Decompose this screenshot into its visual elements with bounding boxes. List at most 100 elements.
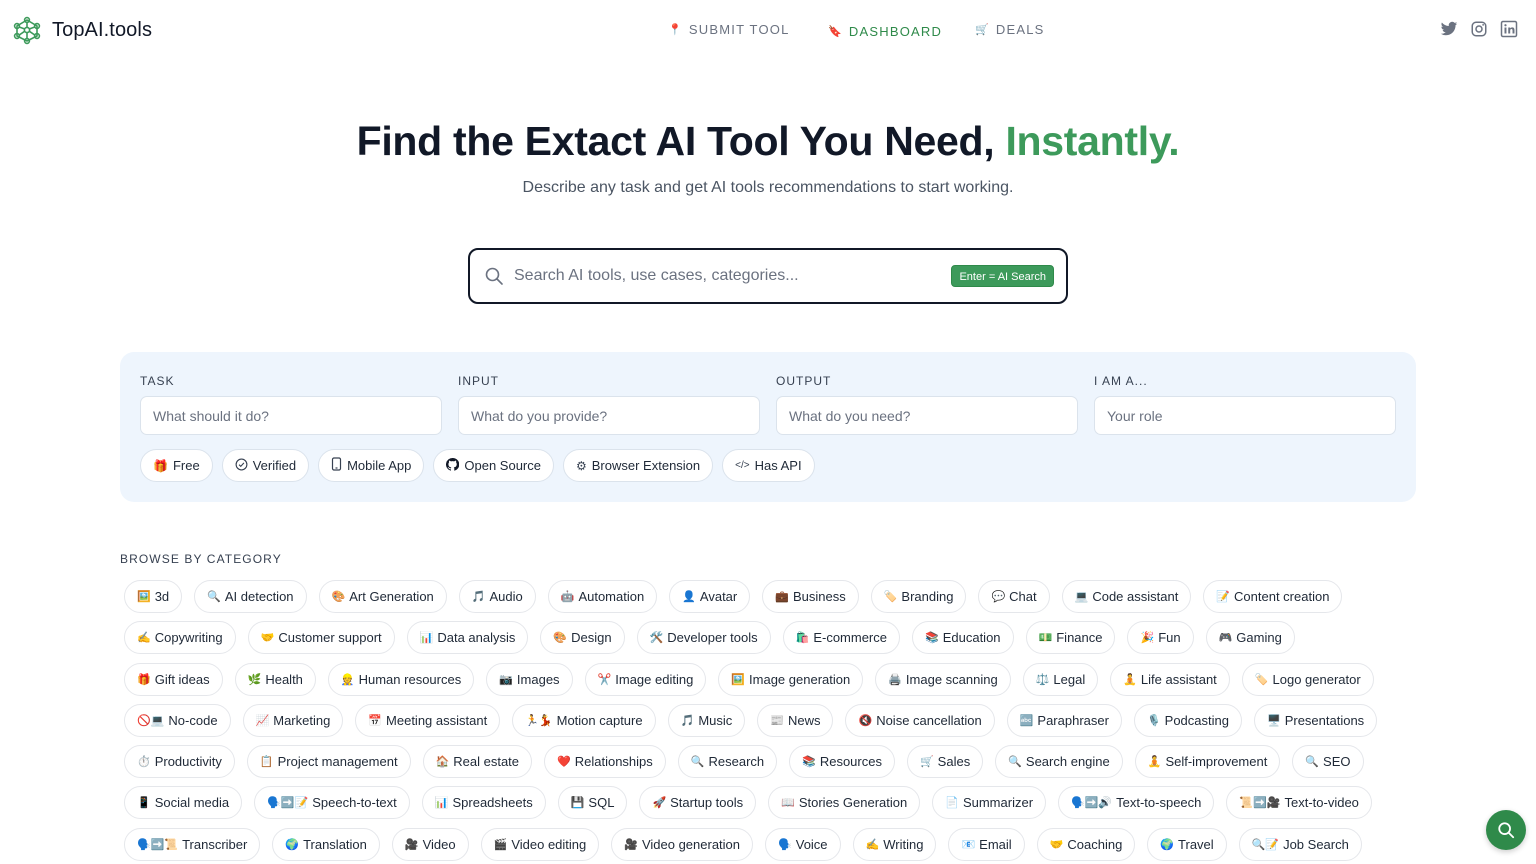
category-chip[interactable]: 🎁 Gift ideas <box>124 662 223 696</box>
twitter-icon[interactable] <box>1440 20 1458 38</box>
category-chip[interactable]: 🎵 Music <box>667 703 746 737</box>
category-chip[interactable]: 🗣️➡️📜 Transcriber <box>124 827 261 861</box>
category-chip[interactable]: 🎙️ Podcasting <box>1133 703 1242 737</box>
category-chip[interactable]: 📖 Stories Generation <box>768 786 921 820</box>
category-chip[interactable]: 🔍 Research <box>677 745 778 779</box>
category-chip[interactable]: 🌍 Translation <box>272 827 380 861</box>
category-chip[interactable]: 📧 Email <box>948 827 1025 861</box>
category-chip[interactable]: 🤝 Customer support <box>247 621 395 655</box>
category-list: 🖼️ 3d 🔍 AI detection 🎨 Art Generation 🎵 Audio 🤖 A… <box>124 580 1404 864</box>
category-chip[interactable]: 🔍 SEO <box>1292 745 1364 779</box>
category-chip[interactable]: 🏃💃 Motion capture <box>512 703 656 737</box>
category-chip[interactable]: 📈 Marketing <box>242 703 344 737</box>
category-chip[interactable]: 🌿 Health <box>234 662 316 696</box>
nav-submit-tool[interactable]: 📍 SUBMIT TOOL <box>668 22 790 37</box>
category-chip[interactable]: 📄 Summarizer <box>932 786 1047 820</box>
ai-search-badge[interactable]: Enter = AI Search <box>951 265 1054 287</box>
chip-browser-extension[interactable]: ⚙ Browser Extension <box>563 449 714 482</box>
output-input[interactable] <box>776 396 1078 435</box>
category-chip[interactable]: 🎵 Audio <box>458 580 536 613</box>
category-chip[interactable]: 📊 Spreadsheets <box>421 786 546 820</box>
chip-open-source[interactable]: Open Source <box>433 449 554 482</box>
category-chip[interactable]: ⏱️ Productivity <box>124 745 235 779</box>
category-chip[interactable]: 🔤 Paraphraser <box>1006 703 1122 737</box>
search-input[interactable] <box>514 262 934 290</box>
category-label: Avatar <box>699 589 738 604</box>
category-chip[interactable]: ✂️ Image editing <box>584 662 707 696</box>
category-chip[interactable]: 🔇 Noise cancellation <box>845 703 995 737</box>
category-chip[interactable]: 💬 Chat <box>978 580 1050 613</box>
category-chip[interactable]: 📝 Content creation <box>1203 580 1343 613</box>
category-chip[interactable]: 💼 Business <box>762 580 859 613</box>
category-chip[interactable]: 🎥 Video generation <box>611 827 754 861</box>
category-chip[interactable]: 🎨 Design <box>540 621 625 655</box>
nav-deals[interactable]: 🛒 DEALS <box>975 22 1045 37</box>
category-label: Social media <box>154 795 230 811</box>
category-chip[interactable]: 🧘 Self-improvement <box>1134 745 1281 779</box>
category-emoji-icon: 🔍 <box>1008 756 1022 769</box>
category-chip[interactable]: 📰 News <box>757 703 834 737</box>
category-chip[interactable]: 📊 Data analysis <box>406 621 529 655</box>
category-chip[interactable]: 🔍 Search engine <box>995 745 1123 779</box>
chip-free[interactable]: 🎁 Free <box>140 449 213 482</box>
floating-search-button[interactable] <box>1486 810 1526 850</box>
category-chip[interactable]: 🚀 Startup tools <box>639 786 757 820</box>
search-box[interactable]: Enter = AI Search <box>468 248 1068 304</box>
role-input[interactable] <box>1094 396 1396 435</box>
category-chip[interactable]: ✍️ Copywriting <box>124 621 236 655</box>
category-chip[interactable]: 🎬 Video editing <box>480 827 600 861</box>
category-chip[interactable]: 🗣️ Voice <box>765 827 841 861</box>
category-chip[interactable]: 💻 Code assistant <box>1061 580 1192 613</box>
category-chip[interactable]: 🛍️ E-commerce <box>782 621 900 655</box>
chip-verified[interactable]: Verified <box>221 449 310 482</box>
category-emoji-icon: 🗣️ <box>778 838 792 851</box>
category-chip[interactable]: ❤️ Relationships <box>544 745 666 779</box>
category-chip[interactable]: 🖨️ Image scanning <box>875 662 1011 696</box>
category-chip[interactable]: 🗣️➡️🔊 Text-to-speech <box>1058 786 1215 820</box>
category-chip[interactable]: 🖼️ 3d <box>124 580 183 613</box>
category-chip[interactable]: 🗣️➡️📝 Speech-to-text <box>254 786 410 820</box>
category-chip[interactable]: 🤖 Automation <box>547 580 658 613</box>
input-input[interactable] <box>458 396 760 435</box>
category-chip[interactable]: 💾 SQL <box>557 786 628 820</box>
category-chip[interactable]: 💵 Finance <box>1025 621 1116 655</box>
chip-has-api[interactable]: </> Has API <box>722 449 815 482</box>
category-chip[interactable]: 🏷️ Branding <box>870 580 967 613</box>
category-emoji-icon: 📋 <box>259 756 274 769</box>
category-chip[interactable]: 🛒 Sales <box>906 745 984 779</box>
category-chip[interactable]: 🌍 Travel <box>1147 827 1227 861</box>
category-label: Writing <box>883 836 924 852</box>
nav-dashboard[interactable]: 🔖 DASHBOARD <box>828 24 942 39</box>
instagram-icon[interactable] <box>1470 20 1488 38</box>
category-chip[interactable]: 📜➡️🎥 Text-to-video <box>1226 786 1372 820</box>
category-chip[interactable]: 🎮 Gaming <box>1205 621 1295 655</box>
category-chip[interactable]: 🖥️ Presentations <box>1253 703 1378 737</box>
category-chip[interactable]: 🏠 Real estate <box>422 745 533 779</box>
category-chip[interactable]: 🤝 Coaching <box>1036 827 1136 861</box>
category-chip[interactable]: 🎉 Fun <box>1127 621 1194 655</box>
hero-subtitle: Describe any task and get AI tools recom… <box>522 179 1014 196</box>
chip-mobile-app[interactable]: Mobile App <box>318 449 425 482</box>
category-chip[interactable]: 🖼️ Image generation <box>718 662 864 696</box>
category-chip[interactable]: 🎨 Art Generation <box>318 580 447 613</box>
linkedin-icon[interactable] <box>1500 20 1518 38</box>
category-chip[interactable]: 📱 Social media <box>124 786 243 820</box>
task-input[interactable] <box>140 396 442 435</box>
category-chip[interactable]: 🎥 Video <box>391 827 469 861</box>
category-chip[interactable]: 📷 Images <box>486 662 573 696</box>
category-chip[interactable]: ⚖️ Legal <box>1022 662 1099 696</box>
category-chip[interactable]: 👷 Human resources <box>327 662 475 696</box>
category-chip[interactable]: 🏷️ Logo generator <box>1241 662 1374 696</box>
category-chip[interactable]: 🧘 Life assistant <box>1110 662 1230 696</box>
category-chip[interactable]: 📋 Project management <box>246 745 411 779</box>
category-chip[interactable]: 📚 Education <box>912 621 1014 655</box>
category-chip[interactable]: 📅 Meeting assistant <box>355 703 501 737</box>
category-label: Automation <box>578 589 645 604</box>
category-chip[interactable]: ✍️ Writing <box>852 827 937 861</box>
category-chip[interactable]: 🔍📝 Job Search <box>1238 827 1362 861</box>
category-chip[interactable]: 🚫💻 No-code <box>124 703 231 737</box>
category-chip[interactable]: 🛠️ Developer tools <box>636 621 771 655</box>
category-chip[interactable]: 📚 Resources <box>789 745 895 779</box>
category-chip[interactable]: 🔍 AI detection <box>194 580 307 613</box>
category-chip[interactable]: 👤 Avatar <box>669 580 751 613</box>
